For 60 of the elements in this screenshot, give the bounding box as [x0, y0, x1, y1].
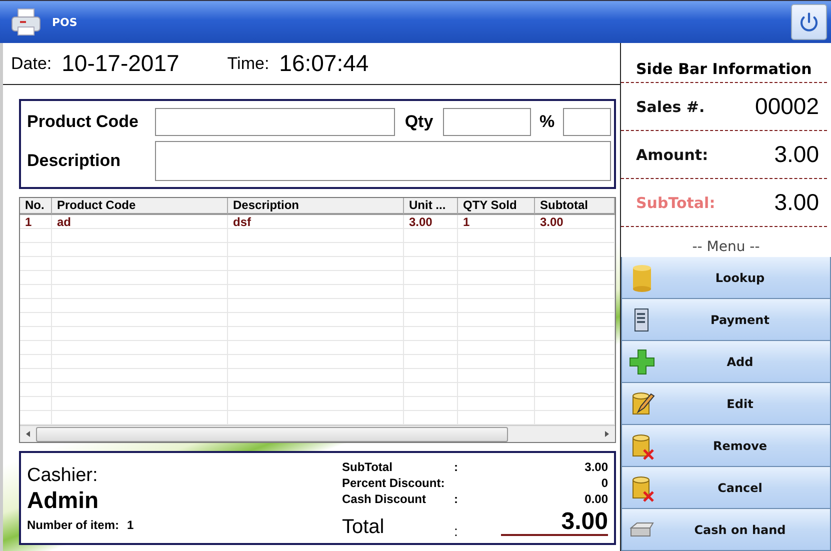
item-count-label: Number of item: [27, 518, 120, 532]
summary-value: 0 [600, 476, 608, 490]
description-label: Description [27, 151, 122, 171]
description-field[interactable] [155, 141, 611, 181]
product-code-field[interactable] [155, 108, 395, 136]
menu-button[interactable]: Cash on hand [621, 509, 831, 551]
column-header[interactable]: No. [20, 198, 52, 215]
summary-colon: : [454, 460, 459, 474]
plus-icon [628, 348, 656, 376]
date-value: 10-17-2017 [62, 50, 180, 77]
info-value: 00002 [755, 93, 819, 120]
menu-button[interactable]: Remove [621, 425, 831, 467]
table-cell: dsf [228, 215, 404, 229]
info-label: Amount: [636, 146, 708, 164]
menu-button[interactable]: Payment [621, 299, 831, 341]
table-cell: 1 [20, 215, 52, 229]
menu-button[interactable]: Lookup [621, 257, 831, 299]
total-colon: : [454, 523, 459, 539]
table-cell: 3.00 [404, 215, 458, 229]
menu-button[interactable]: Add [621, 341, 831, 383]
column-header[interactable]: QTY Sold [458, 198, 535, 215]
qty-field[interactable] [443, 108, 531, 136]
horizontal-scrollbar[interactable] [20, 425, 615, 442]
qty-label: Qty [404, 112, 434, 132]
total-value: 3.00 [501, 510, 608, 536]
column-header[interactable]: Product Code [52, 198, 228, 215]
time-value: 16:07:44 [279, 50, 369, 77]
printer-icon [10, 7, 42, 37]
column-header[interactable]: Description [228, 198, 404, 215]
info-label: Sales #. [636, 98, 705, 116]
power-button[interactable] [791, 4, 827, 40]
menu-heading: -- Menu -- [691, 238, 761, 257]
window-title: POS [52, 16, 78, 28]
power-icon [799, 12, 819, 32]
summary-value: 0.00 [584, 492, 608, 506]
cashier-name: Admin [27, 486, 100, 514]
summary-value: 3.00 [584, 460, 608, 474]
time-label: Time: [227, 54, 270, 74]
summary-label: Cash Discount [342, 492, 428, 506]
summary-label: SubTotal [342, 460, 394, 474]
column-header[interactable]: Subtotal [535, 198, 615, 215]
date-label: Date: [11, 54, 52, 74]
percent-label: % [538, 112, 556, 132]
info-value: 3.00 [774, 141, 819, 168]
table-cell: 3.00 [535, 215, 615, 229]
menu-button[interactable]: Edit [621, 383, 831, 425]
column-header[interactable]: Unit ... [404, 198, 458, 215]
table-cell: 1 [458, 215, 535, 229]
percent-field[interactable] [563, 108, 611, 136]
cashier-label: Cashier: [27, 464, 99, 486]
info-label: SubTotal: [636, 194, 716, 212]
table-cell: ad [52, 215, 228, 229]
total-label: Total [342, 516, 386, 539]
sidebar-title: Side Bar Information [621, 43, 827, 83]
info-value: 3.00 [774, 189, 819, 216]
summary-colon: : [454, 492, 459, 506]
summary-label: Percent Discount: [342, 476, 446, 490]
menu-button[interactable]: Cancel [621, 467, 831, 509]
product-code-label: Product Code [27, 112, 140, 132]
item-count: 1 [127, 518, 134, 532]
